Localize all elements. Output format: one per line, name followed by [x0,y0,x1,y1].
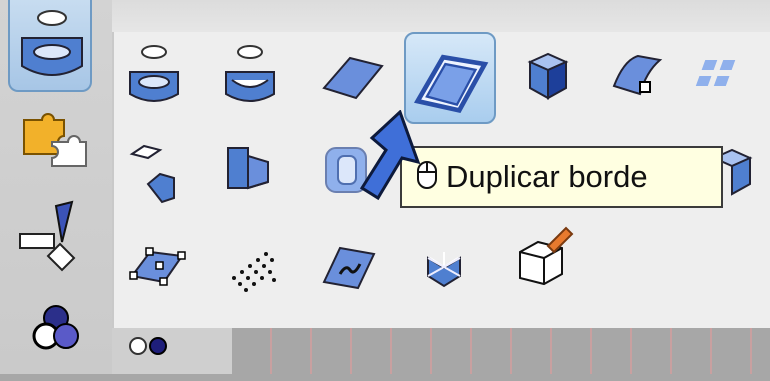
transform-button[interactable] [14,196,98,280]
grid-points-button[interactable] [694,36,770,112]
tooltip-text: Duplicar borde [446,159,648,194]
split-surface-button[interactable] [118,132,194,208]
toolbar-top-strip [112,0,770,32]
extrude-surface-button[interactable] [214,132,290,208]
curve-surface-button[interactable] [600,36,676,112]
star-solid-icon [427,252,461,288]
text-surface-icon [322,246,376,290]
surface-tube-button[interactable] [118,36,194,112]
grid-points-icon [695,60,736,86]
box-wireframe-edit-icon [519,226,574,286]
puzzle-pieces-icon [23,113,87,167]
color-dots-icon [129,337,167,355]
box-solid-icon [527,52,569,100]
surface-cylinder-icon [21,10,83,76]
split-surface-icon [129,144,175,204]
color-circles-icon [32,305,79,350]
cursor-arrow-icon [359,110,421,201]
box-solid-button[interactable] [510,36,586,112]
surface-tube-open-button[interactable] [214,36,290,112]
surface-cylinder-button[interactable] [8,0,92,92]
color-button[interactable] [14,292,98,376]
point-cloud-icon [232,252,276,292]
text-surface-button[interactable] [310,228,386,304]
left-toolbar [0,0,112,374]
puzzle-button[interactable] [14,100,98,184]
star-solid-button[interactable] [406,228,482,304]
transform-icon [19,200,76,272]
plane-surface-button[interactable] [314,36,390,112]
surface-tube-open-icon [225,45,275,102]
control-points-button[interactable] [118,228,194,304]
extrude-surface-icon [227,147,269,190]
duplicate-edge-icon [413,54,489,114]
tooltip: Duplicar borde [400,146,723,208]
box-wireframe-edit-button[interactable] [504,222,580,298]
plane-surface-icon [322,56,384,100]
surface-tube-icon [129,45,179,102]
viewport-grid[interactable] [232,328,770,374]
point-cloud-button[interactable] [214,228,290,304]
curve-surface-icon [612,54,663,96]
control-points-icon [129,247,186,286]
